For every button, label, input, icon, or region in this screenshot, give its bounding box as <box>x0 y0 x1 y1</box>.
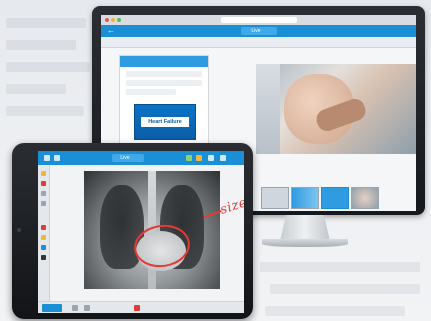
share-icon[interactable] <box>54 155 60 161</box>
color-swatch-icon[interactable] <box>41 181 46 186</box>
tablet-bottom-bar <box>38 301 244 313</box>
slide-thumbnail[interactable]: Heart Failure <box>134 104 196 140</box>
live-label: Live <box>251 28 261 34</box>
color-swatch-icon[interactable] <box>41 255 46 260</box>
monitor-app-header: ← Live <box>101 25 416 37</box>
active-tab[interactable] <box>42 304 62 312</box>
monitor-stand-neck <box>280 215 330 241</box>
monitor-toolbar <box>101 37 416 48</box>
back-arrow-icon[interactable]: ← <box>107 26 115 36</box>
color-swatch-icon[interactable] <box>41 225 46 230</box>
settings-icon[interactable] <box>208 155 214 161</box>
menu-icon[interactable] <box>44 155 50 161</box>
drawing-palette <box>38 165 50 301</box>
white-coat <box>256 64 280 154</box>
close-icon[interactable] <box>220 155 226 161</box>
panel-row[interactable] <box>126 80 202 86</box>
color-swatch-icon[interactable] <box>41 171 46 176</box>
url-field[interactable] <box>221 17 297 23</box>
tablet-screen: Live size <box>38 151 244 313</box>
live-session-badge[interactable]: Live <box>112 154 144 162</box>
minimize-dot-icon[interactable] <box>111 18 115 22</box>
live-label: Live <box>120 155 130 161</box>
panel-row[interactable] <box>126 89 176 95</box>
monitor-stand-base <box>262 239 348 247</box>
filmstrip <box>261 187 411 209</box>
camera-icon <box>17 228 21 232</box>
record-icon[interactable] <box>134 305 140 311</box>
chest-xray-image <box>84 171 220 289</box>
color-swatch-icon[interactable] <box>41 235 46 240</box>
text-tool-icon[interactable] <box>41 201 46 206</box>
maximize-dot-icon[interactable] <box>117 18 121 22</box>
tablet-app-header: Live <box>38 151 244 165</box>
live-session-badge[interactable]: Live <box>241 27 277 35</box>
tablet-device: Live size <box>12 143 253 319</box>
eraser-icon[interactable] <box>41 191 46 196</box>
knee-exam-photo <box>256 64 416 154</box>
pen-tool-icon[interactable] <box>186 155 192 161</box>
thumbnail-icon[interactable] <box>72 305 78 311</box>
filmstrip-thumb[interactable] <box>351 187 379 209</box>
color-swatch-icon[interactable] <box>41 245 46 250</box>
panel-row[interactable] <box>126 71 202 77</box>
close-dot-icon[interactable] <box>105 18 109 22</box>
thumbnail-icon[interactable] <box>84 305 90 311</box>
annotation-text: size <box>218 195 244 218</box>
slides-panel-header <box>120 56 208 67</box>
highlight-icon[interactable] <box>196 155 202 161</box>
filmstrip-thumb[interactable] <box>261 187 289 209</box>
filmstrip-thumb-active[interactable] <box>321 187 349 209</box>
filmstrip-thumb[interactable] <box>291 187 319 209</box>
slide-title: Heart Failure <box>141 117 189 127</box>
